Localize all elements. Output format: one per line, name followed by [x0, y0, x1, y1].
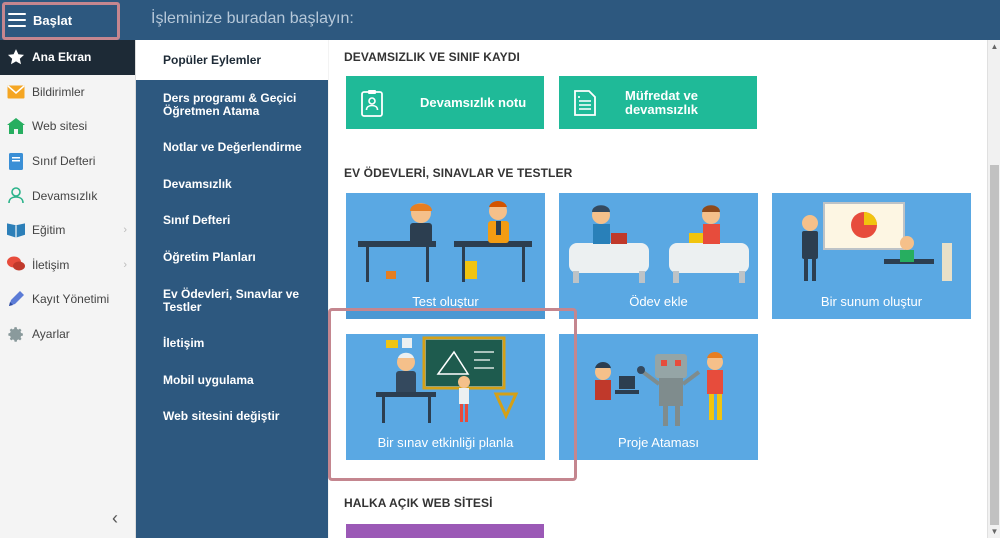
sidebar-item-education[interactable]: Eğitim › — [0, 213, 135, 248]
sidebar-item-classbook[interactable]: Sınıf Defteri — [0, 144, 135, 179]
chevron-right-icon: › — [123, 258, 127, 271]
category-homework[interactable]: Ev Ödevleri, Sınavlar ve Testler — [136, 288, 328, 314]
public-site-card[interactable] — [346, 524, 544, 538]
add-homework-card[interactable]: Ödev ekle — [559, 193, 758, 319]
book-icon — [7, 221, 25, 239]
clipboard-person-icon — [360, 89, 384, 117]
category-attendance[interactable]: Devamsızlık — [136, 178, 328, 191]
main-scrollbar[interactable]: ▲ ▼ — [987, 40, 1000, 538]
category-mobile-app[interactable]: Mobil uygulama — [136, 374, 328, 387]
pen-icon — [7, 290, 25, 308]
scroll-thumb[interactable] — [990, 165, 999, 525]
star-icon — [7, 48, 25, 66]
envelope-icon — [7, 83, 25, 101]
category-teaching-plans[interactable]: Öğretim Planları — [136, 251, 328, 264]
section-title-attendance: DEVAMSIZLIK VE SINIF KAYDI — [344, 50, 520, 64]
plan-exam-event-card[interactable]: Bir sınav etkinliği planla — [346, 334, 545, 460]
document-list-icon — [573, 89, 597, 117]
curriculum-attendance-card[interactable]: Müfredat ve devamsızlık — [559, 76, 757, 129]
create-presentation-card[interactable]: Bir sunum oluştur — [772, 193, 971, 319]
category-edit-website[interactable]: Web sitesini değiştir — [136, 410, 328, 423]
notebook-icon — [7, 152, 25, 170]
attendance-note-card[interactable]: Devamsızlık notu — [346, 76, 544, 129]
chevron-right-icon: › — [123, 223, 127, 236]
category-popular-actions[interactable]: Popüler Eylemler — [136, 40, 328, 80]
category-nav: Popüler Eylemler Ders programı & Geçici … — [136, 40, 328, 538]
gear-icon — [7, 325, 25, 343]
sidebar-item-website[interactable]: Web sitesi — [0, 109, 135, 144]
page-title: İşleminize buradan başlayın: — [151, 10, 354, 27]
sidebar: Ana Ekran Bildirimler Web sitesi Sınıf D… — [0, 40, 136, 538]
section-title-public-site: HALKA AÇIK WEB SİTESİ — [344, 496, 493, 510]
sidebar-item-settings[interactable]: Ayarlar — [0, 317, 135, 352]
category-classbook[interactable]: Sınıf Defteri — [136, 214, 328, 227]
collapse-sidebar-icon[interactable]: ‹ — [112, 508, 118, 529]
create-test-card[interactable]: Test oluştur — [346, 193, 545, 319]
start-button[interactable]: Başlat — [0, 0, 136, 40]
person-icon — [7, 187, 25, 205]
scroll-down-arrow-icon[interactable]: ▼ — [990, 527, 999, 536]
main-content: DEVAMSIZLIK VE SINIF KAYDI Devamsızlık n… — [329, 40, 987, 538]
sidebar-item-communication[interactable]: İletişim › — [0, 248, 135, 283]
section-title-homework: EV ÖDEVLERİ, SINAVLAR VE TESTLER — [344, 166, 573, 180]
sidebar-item-registration[interactable]: Kayıt Yönetimi — [0, 282, 135, 317]
start-label: Başlat — [33, 12, 73, 28]
category-communication[interactable]: İletişim — [136, 337, 328, 350]
sidebar-item-notifications[interactable]: Bildirimler — [0, 75, 135, 110]
hamburger-icon — [8, 13, 26, 27]
sidebar-item-attendance[interactable]: Devamsızlık — [0, 178, 135, 213]
project-assignment-card[interactable]: Proje Ataması — [559, 334, 758, 460]
scroll-up-arrow-icon[interactable]: ▲ — [990, 42, 999, 51]
chat-icon — [7, 256, 25, 274]
category-grades[interactable]: Notlar ve Değerlendirme — [136, 141, 328, 154]
home-icon — [7, 117, 25, 135]
top-bar: Başlat İşleminize buradan başlayın: — [0, 0, 1000, 40]
sidebar-item-home[interactable]: Ana Ekran — [0, 40, 135, 75]
category-schedule[interactable]: Ders programı & Geçici Öğretmen Atama — [136, 92, 328, 118]
